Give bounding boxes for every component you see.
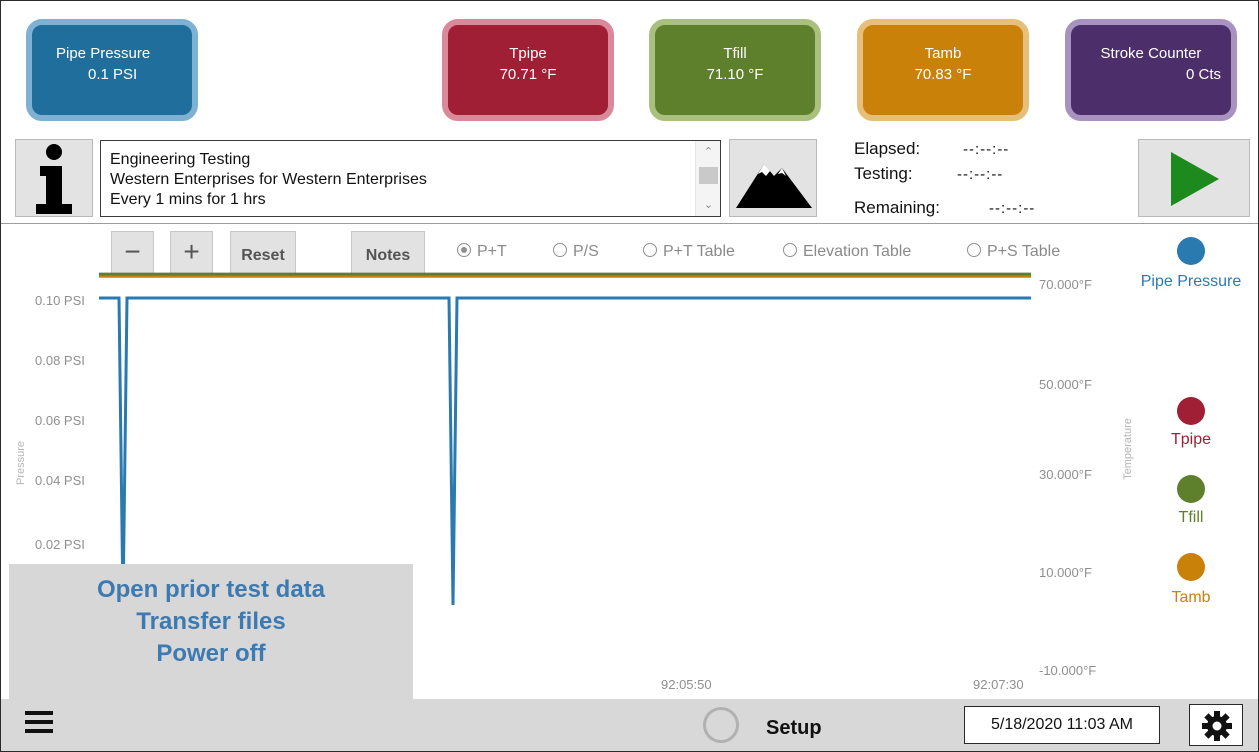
radio-p-s-table[interactable]: P+S Table [967,243,1060,261]
menu-transfer-files[interactable]: Transfer files [9,606,413,638]
testing-label: Testing: [854,164,913,183]
radio-p-s[interactable]: P/S [553,243,599,261]
y2-tick-label: 70.000°F [1039,277,1092,292]
legend-label: Pipe Pressure [1140,273,1242,290]
tile-value: 70.71 °F [499,66,557,83]
tile-label: Tpipe [509,45,547,62]
info-button[interactable] [15,139,93,217]
datetime-display[interactable]: 5/18/2020 11:03 AM [964,706,1160,744]
y2-tick-label: 30.000°F [1039,467,1092,482]
tile-label: Stroke Counter [1100,45,1202,62]
menu-power-off[interactable]: Power off [9,638,413,670]
legend-dot-tfill[interactable] [1177,475,1205,503]
radio-indicator [553,243,567,257]
tile-value: 71.10 °F [706,66,764,83]
info-icon [36,144,72,214]
chevron-up-icon[interactable]: ⌃ [696,141,720,163]
y-axis-title: Pressure [15,440,27,486]
radio-indicator [457,243,471,257]
legend-label: Tfill [1178,509,1204,526]
tile-pipe-pressure[interactable]: Pipe Pressure 0.1 PSI [26,19,198,121]
radio-label: P+T [477,243,507,260]
radio-label: P+T Table [663,243,735,260]
tile-label: Pipe Pressure [56,45,151,62]
settings-button[interactable] [1189,704,1243,746]
y-tick-label: 0.04 PSI [35,473,85,488]
y-tick-label: 0.08 PSI [35,353,85,368]
y2-axis-title: Temperature [1122,418,1134,480]
play-icon [1171,152,1219,206]
remaining-value: --:--:-- [989,200,1036,217]
hamburger-menu-icon[interactable] [25,711,53,741]
app-window: Pipe Pressure 0.1 PSI Tpipe 70.71 °F Tfi… [0,0,1259,752]
info-line: Western Enterprises for Western Enterpri… [110,171,427,188]
radio-label: P/S [573,243,599,260]
divider [1,223,1258,224]
y2-tick-label: 10.000°F [1039,565,1092,580]
remaining-label: Remaining: [854,198,940,217]
radio-p-t-table[interactable]: P+T Table [643,243,735,261]
tile-tpipe[interactable]: Tpipe 70.71 °F [442,19,614,121]
menu-open-prior-test-data[interactable]: Open prior test data [9,574,413,606]
notes-button[interactable]: Notes [351,231,425,275]
legend-label: Tpipe [1170,431,1212,448]
legend-dot-tpipe[interactable] [1177,397,1205,425]
x-tick-label: 92:07:30 [973,677,1024,692]
setup-button[interactable]: Setup [766,717,822,740]
scroll-thumb[interactable] [699,167,718,184]
radio-indicator [783,243,797,257]
radio-indicator [643,243,657,257]
elapsed-label: Elapsed: [854,139,921,158]
play-button[interactable] [1138,139,1250,217]
side-menu: Open prior test data Transfer files Powe… [9,564,413,699]
tile-label: Tfill [723,45,747,62]
legend-dot-pipe-pressure[interactable] [1177,237,1205,265]
tile-label: Tamb [924,45,962,62]
elapsed-value: --:--:-- [963,141,1010,158]
info-line: Engineering Testing [110,151,251,168]
y-tick-label: 0.10 PSI [35,293,85,308]
x-tick-label: 92:05:50 [661,677,712,692]
y2-tick-label: -10.000°F [1039,663,1097,678]
tile-value: 0.1 PSI [88,66,138,83]
elevation-button[interactable] [729,139,817,217]
reset-button[interactable]: Reset [230,231,296,275]
test-info-box[interactable]: Engineering Testing Western Enterprises … [100,140,721,217]
radio-p-t[interactable]: P+T [457,243,507,261]
y-tick-label: 0.02 PSI [35,537,85,552]
info-line: Every 1 mins for 1 hrs [110,191,266,208]
chevron-down-icon[interactable]: ⌄ [696,194,720,216]
tile-value: 70.83 °F [914,66,972,83]
testing-value: --:--:-- [957,166,1004,183]
tile-tfill[interactable]: Tfill 71.10 °F [649,19,821,121]
radio-indicator [967,243,981,257]
radio-elevation-table[interactable]: Elevation Table [783,243,911,261]
legend-label: Tamb [1171,589,1211,606]
mountain-icon [736,164,812,208]
zoom-out-button[interactable]: − [111,231,154,275]
tile-stroke-counter[interactable]: Stroke Counter 0 Cts [1065,19,1237,121]
series-line-pipe-pressure [99,296,1031,606]
tile-tamb[interactable]: Tamb 70.83 °F [857,19,1029,121]
zoom-in-button[interactable]: + [170,231,213,275]
radio-label: Elevation Table [803,243,912,260]
y-tick-label: 0.06 PSI [35,413,85,428]
y2-tick-label: 50.000°F [1039,377,1092,392]
status-spinner-icon [703,707,739,743]
tile-value: 0 Cts [1185,66,1221,83]
gear-icon [1202,711,1232,741]
info-scrollbar[interactable]: ⌃ ⌄ [695,141,720,216]
legend-dot-tamb[interactable] [1177,553,1205,581]
radio-label: P+S Table [987,243,1061,260]
